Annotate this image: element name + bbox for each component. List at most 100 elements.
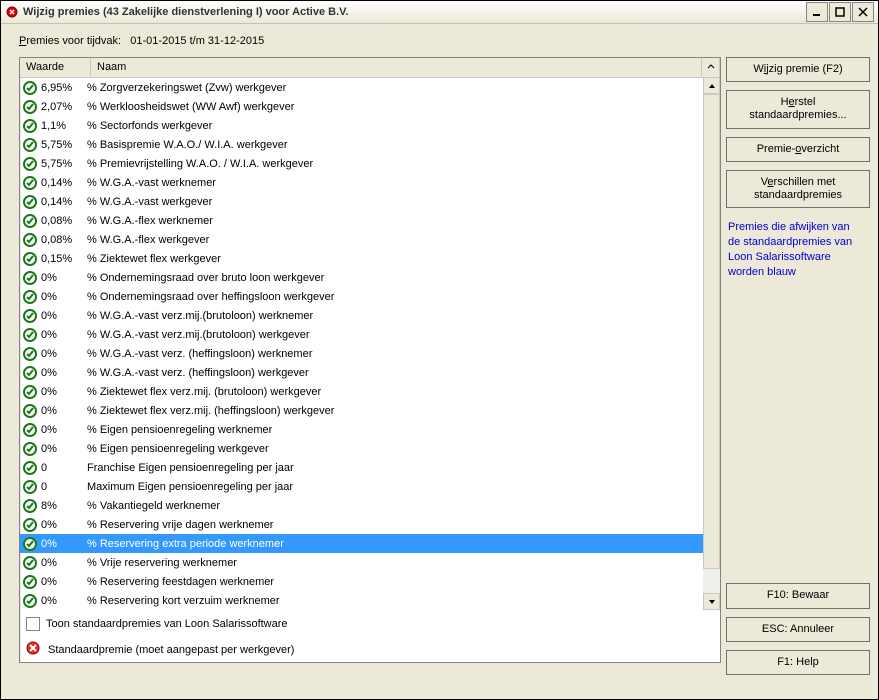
row-name: % Basispremie W.A.O./ W.I.A. werkgever xyxy=(81,139,720,151)
reset-defaults-button[interactable]: Herstelstandaardpremies... xyxy=(726,90,870,128)
list-row[interactable]: 0%% Ziektewet flex verz.mij. (brutoloon)… xyxy=(20,382,720,401)
premie-overview-button[interactable]: Premie-overzicht xyxy=(726,137,870,162)
row-value: 0% xyxy=(41,576,81,588)
row-name: % Reservering feestdagen werknemer xyxy=(81,576,720,588)
row-name: % W.G.A.-vast verz.mij.(brutoloon) werkn… xyxy=(81,310,720,322)
row-name: % Reservering extra periode werknemer xyxy=(81,538,720,550)
check-icon xyxy=(23,138,37,152)
row-value: 0% xyxy=(41,367,81,379)
row-value: 0,14% xyxy=(41,177,81,189)
row-value: 2,07% xyxy=(41,101,81,113)
titlebar: Wijzig premies (43 Zakelijke dienstverle… xyxy=(1,1,878,24)
check-icon xyxy=(23,233,37,247)
check-icon xyxy=(23,537,37,551)
list-row[interactable]: 0Franchise Eigen pensioenregeling per ja… xyxy=(20,458,720,477)
check-icon xyxy=(23,100,37,114)
row-value: 5,75% xyxy=(41,139,81,151)
list-row[interactable]: 0%% W.G.A.-vast verz.mij.(brutoloon) wer… xyxy=(20,306,720,325)
row-name: % Ondernemingsraad over bruto loon werkg… xyxy=(81,272,720,284)
list-row[interactable]: 5,75%% Premievrijstelling W.A.O. / W.I.A… xyxy=(20,154,720,173)
scrollbar-track[interactable] xyxy=(703,94,720,593)
legend-text: Standaardpremie (moet aangepast per werk… xyxy=(48,644,294,656)
list-row[interactable]: 8%% Vakantiegeld werknemer xyxy=(20,496,720,515)
list-body[interactable]: 6,95%% Zorgverzekeringswet (Zvw) werkgev… xyxy=(20,78,720,610)
check-icon xyxy=(23,518,37,532)
maximize-button[interactable] xyxy=(829,2,851,22)
show-defaults-checkbox[interactable] xyxy=(26,617,40,631)
check-icon xyxy=(23,252,37,266)
list-row[interactable]: 0%% Ziektewet flex verz.mij. (heffingslo… xyxy=(20,401,720,420)
check-icon xyxy=(23,594,37,608)
list-row[interactable]: 0%% Vrije reservering werknemer xyxy=(20,553,720,572)
app-icon xyxy=(5,5,19,19)
row-value: 0,08% xyxy=(41,234,81,246)
list-row[interactable]: 0,08%% W.G.A.-flex werkgever xyxy=(20,230,720,249)
row-value: 0% xyxy=(41,405,81,417)
diff-defaults-button[interactable]: Verschillen metstandaardpremies xyxy=(726,170,870,208)
list-row[interactable]: 6,95%% Zorgverzekeringswet (Zvw) werkgev… xyxy=(20,78,720,97)
row-value: 0,08% xyxy=(41,215,81,227)
row-name: % W.G.A.-vast werknemer xyxy=(81,177,720,189)
list-row[interactable]: 1,1%% Sectorfonds werkgever xyxy=(20,116,720,135)
list-row[interactable]: 0,14%% W.G.A.-vast werkgever xyxy=(20,192,720,211)
scroll-up-icon[interactable] xyxy=(701,58,719,76)
list-row[interactable]: 0%% W.G.A.-vast verz. (heffingsloon) wer… xyxy=(20,344,720,363)
list-row[interactable]: 5,75%% Basispremie W.A.O./ W.I.A. werkge… xyxy=(20,135,720,154)
scroll-up-button[interactable] xyxy=(703,77,720,94)
row-name: % Premievrijstelling W.A.O. / W.I.A. wer… xyxy=(81,158,720,170)
check-icon xyxy=(23,271,37,285)
help-button[interactable]: F1: Help xyxy=(726,650,870,675)
error-icon xyxy=(26,641,40,658)
row-name: % W.G.A.-vast verz. (heffingsloon) werkn… xyxy=(81,348,720,360)
col-value-header[interactable]: Waarde xyxy=(20,58,91,77)
col-name-header[interactable]: Naam xyxy=(91,58,720,77)
minimize-button[interactable] xyxy=(806,2,828,22)
period-value: 01-01-2015 t/m 31-12-2015 xyxy=(130,35,264,47)
save-button[interactable]: F10: Bewaar xyxy=(726,583,870,608)
premie-listview[interactable]: Waarde Naam 6,95%% Zorgverzekeringswet (… xyxy=(19,57,721,663)
list-row[interactable]: 2,07%% Werkloosheidswet (WW Awf) werkgev… xyxy=(20,97,720,116)
list-row[interactable]: 0,15%% Ziektewet flex werkgever xyxy=(20,249,720,268)
list-row[interactable]: 0%% Reservering feestdagen werknemer xyxy=(20,572,720,591)
list-row[interactable]: 0,08%% W.G.A.-flex werknemer xyxy=(20,211,720,230)
close-button[interactable] xyxy=(852,2,874,22)
row-value: 5,75% xyxy=(41,158,81,170)
check-icon xyxy=(23,195,37,209)
list-row[interactable]: 0,14%% W.G.A.-vast werknemer xyxy=(20,173,720,192)
list-row[interactable]: 0Maximum Eigen pensioenregeling per jaar xyxy=(20,477,720,496)
row-name: % W.G.A.-vast verz.mij.(brutoloon) werkg… xyxy=(81,329,720,341)
row-value: 0,14% xyxy=(41,196,81,208)
list-row[interactable]: 0%% W.G.A.-vast verz.mij.(brutoloon) wer… xyxy=(20,325,720,344)
period-label: Premies voor tijdvak: xyxy=(19,35,121,47)
check-icon xyxy=(23,366,37,380)
row-name: % Vakantiegeld werknemer xyxy=(81,500,720,512)
row-name: % W.G.A.-vast verz. (heffingsloon) werkg… xyxy=(81,367,720,379)
scrollbar-thumb[interactable] xyxy=(703,94,720,569)
check-icon xyxy=(23,575,37,589)
row-name: % W.G.A.-vast werkgever xyxy=(81,196,720,208)
scrollbar-vertical[interactable] xyxy=(703,77,720,610)
row-value: 0% xyxy=(41,595,81,607)
check-icon xyxy=(23,461,37,475)
check-icon xyxy=(23,423,37,437)
list-row[interactable]: 0%% Eigen pensioenregeling werkgever xyxy=(20,439,720,458)
list-row[interactable]: 0%% Reservering vrije dagen werknemer xyxy=(20,515,720,534)
list-row[interactable]: 0%% Eigen pensioenregeling werknemer xyxy=(20,420,720,439)
list-row[interactable]: 0%% Ondernemingsraad over heffingsloon w… xyxy=(20,287,720,306)
list-row[interactable]: 0%% Reservering extra periode werknemer xyxy=(20,534,720,553)
row-name: % Ondernemingsraad over heffingsloon wer… xyxy=(81,291,720,303)
row-name: % Ziektewet flex werkgever xyxy=(81,253,720,265)
show-defaults-row[interactable]: Toon standaardpremies van Loon Salarisso… xyxy=(26,617,714,631)
row-name: % W.G.A.-flex werkgever xyxy=(81,234,720,246)
list-row[interactable]: 0%% Ondernemingsraad over bruto loon wer… xyxy=(20,268,720,287)
check-icon xyxy=(23,176,37,190)
row-name: % Eigen pensioenregeling werkgever xyxy=(81,443,720,455)
row-name: % Reservering kort verzuim werknemer xyxy=(81,595,720,607)
row-name: % Vrije reservering werknemer xyxy=(81,557,720,569)
cancel-button[interactable]: ESC: Annuleer xyxy=(726,617,870,642)
row-value: 0% xyxy=(41,424,81,436)
row-name: % Ziektewet flex verz.mij. (brutoloon) w… xyxy=(81,386,720,398)
list-row[interactable]: 0%% W.G.A.-vast verz. (heffingsloon) wer… xyxy=(20,363,720,382)
edit-premie-button[interactable]: Wijzig premie (F2) xyxy=(726,57,870,82)
legend-row: Standaardpremie (moet aangepast per werk… xyxy=(26,641,714,658)
